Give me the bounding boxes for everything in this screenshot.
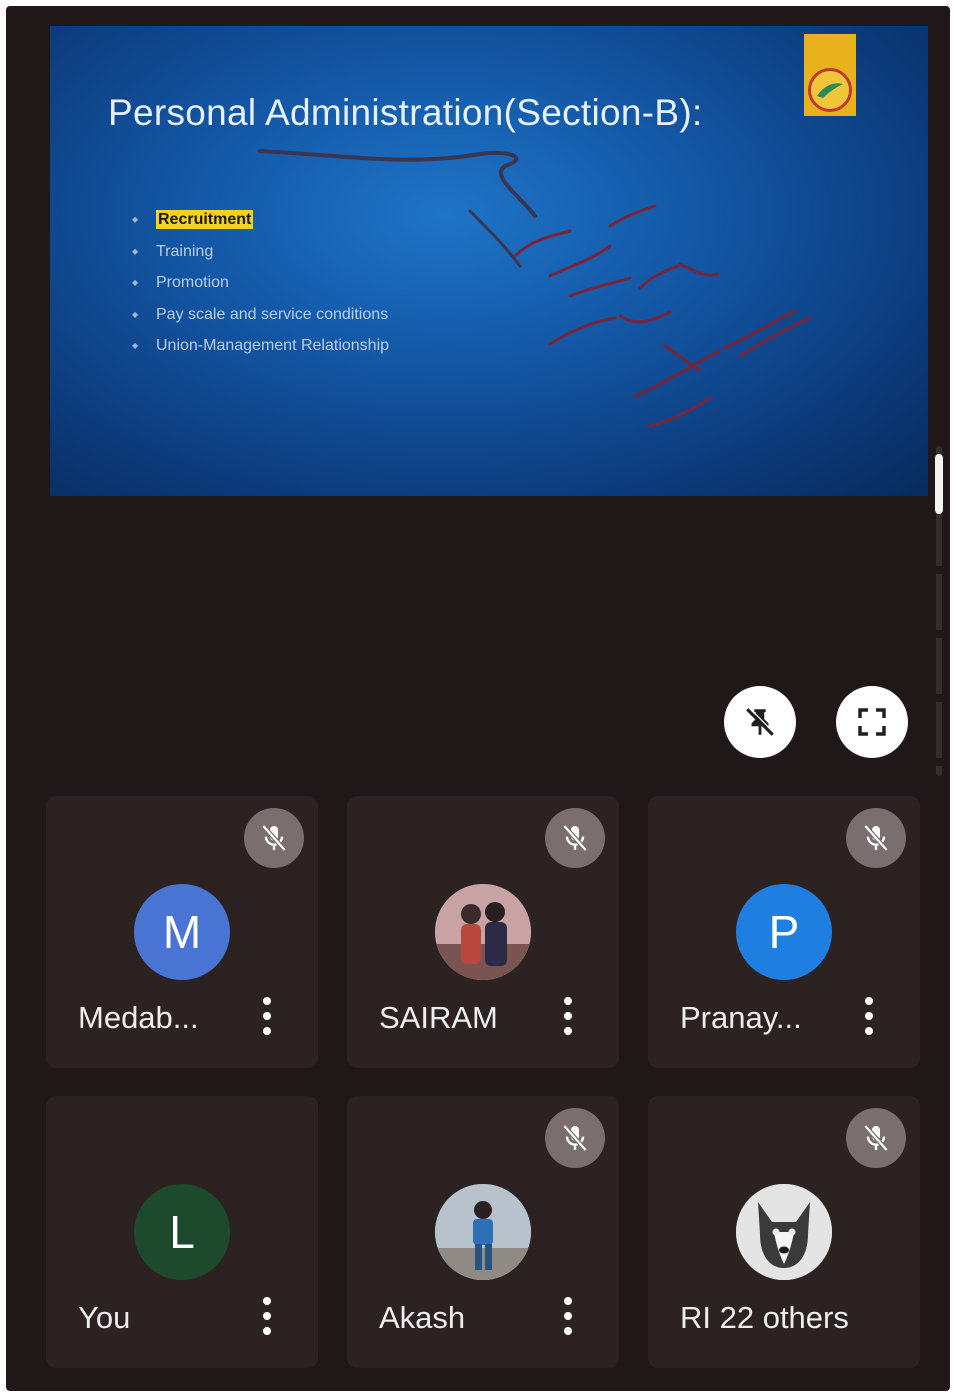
slide-bullet: Training — [130, 236, 389, 268]
participant-tile-self[interactable]: L You — [46, 1096, 318, 1368]
more-options-button[interactable] — [557, 994, 579, 1038]
mic-off-icon — [846, 1108, 906, 1168]
slide-bullet: Pay scale and service conditions — [130, 299, 389, 331]
participant-name: Pranay... — [680, 1000, 802, 1035]
slide-bullet: Promotion — [130, 267, 389, 299]
mic-off-icon — [545, 808, 605, 868]
scrollbar-thumb[interactable] — [935, 454, 943, 514]
avatar-photo — [435, 884, 531, 980]
fullscreen-button[interactable] — [836, 686, 908, 758]
slide-bullet: Recruitment — [130, 204, 389, 236]
avatar-photo — [736, 1184, 832, 1280]
participant-name: Medab... — [78, 1000, 199, 1035]
slide-title: Personal Administration(Section-B): — [108, 92, 703, 133]
slide-bullet: Union-Management Relationship — [130, 330, 389, 362]
avatar: P — [736, 884, 832, 980]
avatar: M — [134, 884, 230, 980]
more-options-button[interactable] — [858, 994, 880, 1038]
fullscreen-icon — [858, 708, 886, 736]
mic-off-icon — [545, 1108, 605, 1168]
mic-off-icon — [846, 808, 906, 868]
participant-tile[interactable]: M Medab... — [46, 796, 318, 1068]
meeting-screen: Personal Administration(Section-B): Recr… — [6, 6, 950, 1391]
avatar-photo — [435, 1184, 531, 1280]
participant-tile-others[interactable]: RI 22 others — [648, 1096, 920, 1368]
more-options-button[interactable] — [256, 1294, 278, 1338]
avatar: L — [134, 1184, 230, 1280]
participant-tile[interactable]: Akash — [347, 1096, 619, 1368]
unpin-icon — [746, 707, 775, 736]
unpin-button[interactable] — [724, 686, 796, 758]
more-options-button[interactable] — [256, 994, 278, 1038]
slide-bullet-list: Recruitment Training Promotion Pay scale… — [130, 204, 389, 362]
more-options-button[interactable] — [557, 1294, 579, 1338]
shared-presentation: Personal Administration(Section-B): Recr… — [50, 26, 928, 496]
participant-name: SAIRAM — [379, 1000, 498, 1035]
participant-name: Akash — [379, 1300, 466, 1335]
participant-name: RI 22 others — [680, 1300, 849, 1335]
participant-name: You — [78, 1300, 131, 1335]
participant-tile[interactable]: SAIRAM — [347, 796, 619, 1068]
slide-logo — [804, 34, 856, 116]
mic-off-icon — [244, 808, 304, 868]
participant-tile[interactable]: P Pranay... — [648, 796, 920, 1068]
